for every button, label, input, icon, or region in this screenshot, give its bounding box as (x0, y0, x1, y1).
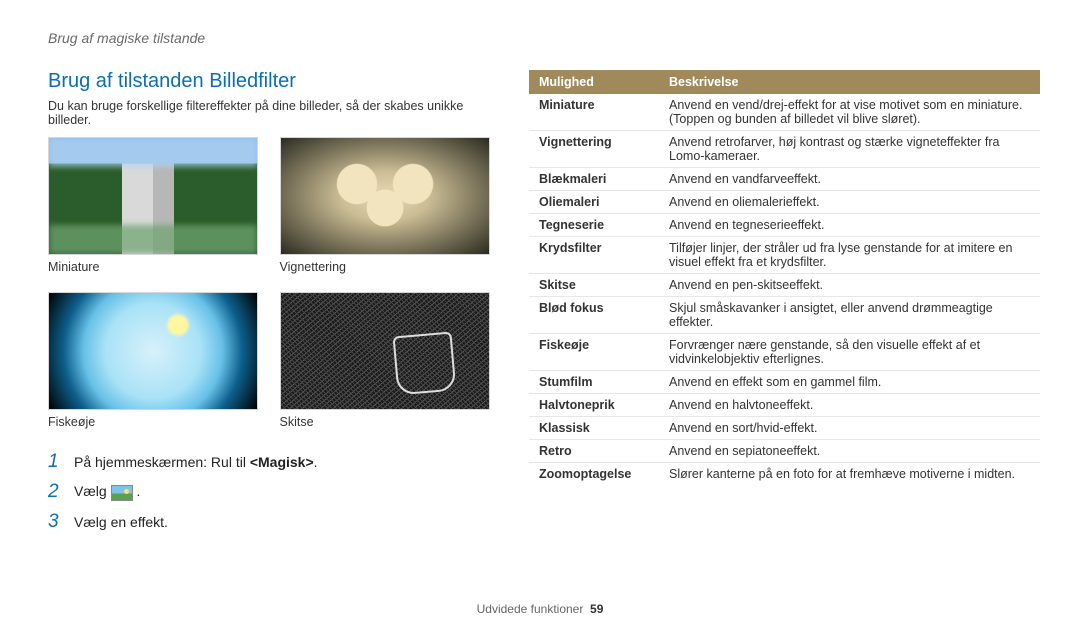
table-row: KrydsfilterTilføjer linjer, der stråler … (529, 237, 1040, 274)
option-cell: Krydsfilter (529, 237, 659, 274)
table-row: MiniatureAnvend en vend/drej-effekt for … (529, 94, 1040, 131)
table-row: RetroAnvend en sepiatoneeffekt. (529, 440, 1040, 463)
table-row: Blød fokusSkjul småskavanker i ansigtet,… (529, 297, 1040, 334)
step-2-text-post: . (136, 483, 140, 499)
sketch-caption: Skitse (280, 415, 494, 429)
page-number: 59 (590, 602, 603, 616)
step-3-text: Vælg en effekt. (74, 514, 168, 530)
fisheye-image (48, 292, 258, 410)
description-cell: Slører kanterne på en foto for at fremhæ… (659, 463, 1040, 486)
option-cell: Zoomoptagelse (529, 463, 659, 486)
page-footer: Udvidede funktioner 59 (0, 602, 1080, 616)
description-cell: Anvend en vend/drej-effekt for at vise m… (659, 94, 1040, 131)
step-1-text-pre: På hjemmeskærmen: Rul til (74, 454, 250, 470)
col-header-option: Mulighed (529, 70, 659, 94)
description-cell: Anvend en sepiatoneeffekt. (659, 440, 1040, 463)
sketch-image (280, 292, 490, 410)
intro-text: Du kan bruge forskellige filtereffekter … (48, 99, 493, 127)
table-row: OliemaleriAnvend en oliemalerieffekt. (529, 191, 1040, 214)
picture-filter-icon (111, 485, 133, 501)
step-3: 3 Vælg en effekt. (48, 511, 493, 533)
breadcrumb: Brug af magiske tilstande (48, 30, 1040, 46)
table-row: ZoomoptagelseSlører kanterne på en foto … (529, 463, 1040, 486)
step-1-text-post: . (314, 454, 318, 470)
table-row: StumfilmAnvend en effekt som en gammel f… (529, 371, 1040, 394)
option-cell: Oliemaleri (529, 191, 659, 214)
step-2-text: Vælg (74, 483, 111, 499)
description-cell: Skjul småskavanker i ansigtet, eller anv… (659, 297, 1040, 334)
step-1-bold: <Magisk> (250, 454, 314, 470)
step-number: 1 (48, 451, 64, 473)
description-cell: Tilføjer linjer, der stråler ud fra lyse… (659, 237, 1040, 274)
table-row: FiskeøjeForvrænger nære genstande, så de… (529, 334, 1040, 371)
table-row: VignetteringAnvend retrofarver, høj kont… (529, 131, 1040, 168)
option-cell: Tegneserie (529, 214, 659, 237)
option-cell: Vignettering (529, 131, 659, 168)
table-row: HalvtoneprikAnvend en halvtoneeffekt. (529, 394, 1040, 417)
option-cell: Retro (529, 440, 659, 463)
option-cell: Skitse (529, 274, 659, 297)
fisheye-caption: Fiskeøje (48, 415, 262, 429)
description-cell: Anvend en vandfarveeffekt. (659, 168, 1040, 191)
step-1: 1 På hjemmeskærmen: Rul til <Magisk>. (48, 451, 493, 473)
option-cell: Halvtoneprik (529, 394, 659, 417)
description-cell: Anvend en pen-skitseeffekt. (659, 274, 1040, 297)
section-heading: Brug af tilstanden Billedfilter (48, 70, 493, 93)
step-number: 3 (48, 511, 64, 533)
option-cell: Klassisk (529, 417, 659, 440)
description-cell: Anvend retrofarver, høj kontrast og stær… (659, 131, 1040, 168)
option-cell: Fiskeøje (529, 334, 659, 371)
description-cell: Anvend en halvtoneeffekt. (659, 394, 1040, 417)
table-row: KlassiskAnvend en sort/hvid-effekt. (529, 417, 1040, 440)
option-cell: Blød fokus (529, 297, 659, 334)
table-row: SkitseAnvend en pen-skitseeffekt. (529, 274, 1040, 297)
option-cell: Miniature (529, 94, 659, 131)
table-row: TegneserieAnvend en tegneserieeffekt. (529, 214, 1040, 237)
thumb-fisheye: Fiskeøje (48, 292, 262, 429)
steps-list: 1 På hjemmeskærmen: Rul til <Magisk>. 2 … (48, 451, 493, 533)
vignette-image (280, 137, 490, 255)
filter-thumbnail-grid: Miniature Vignettering Fiskeøje Skitse (48, 137, 493, 429)
miniature-image (48, 137, 258, 255)
thumb-sketch: Skitse (280, 292, 494, 429)
col-header-description: Beskrivelse (659, 70, 1040, 94)
table-row: BlækmaleriAnvend en vandfarveeffekt. (529, 168, 1040, 191)
step-2: 2 Vælg . (48, 481, 493, 503)
step-number: 2 (48, 481, 64, 503)
effects-table: Mulighed Beskrivelse MiniatureAnvend en … (529, 70, 1040, 485)
thumb-miniature: Miniature (48, 137, 262, 274)
description-cell: Anvend en tegneserieeffekt. (659, 214, 1040, 237)
thumb-vignette: Vignettering (280, 137, 494, 274)
description-cell: Anvend en sort/hvid-effekt. (659, 417, 1040, 440)
footer-label: Udvidede funktioner (477, 602, 584, 616)
option-cell: Blækmaleri (529, 168, 659, 191)
description-cell: Forvrænger nære genstande, så den visuel… (659, 334, 1040, 371)
miniature-caption: Miniature (48, 260, 262, 274)
description-cell: Anvend en effekt som en gammel film. (659, 371, 1040, 394)
option-cell: Stumfilm (529, 371, 659, 394)
vignette-caption: Vignettering (280, 260, 494, 274)
description-cell: Anvend en oliemalerieffekt. (659, 191, 1040, 214)
